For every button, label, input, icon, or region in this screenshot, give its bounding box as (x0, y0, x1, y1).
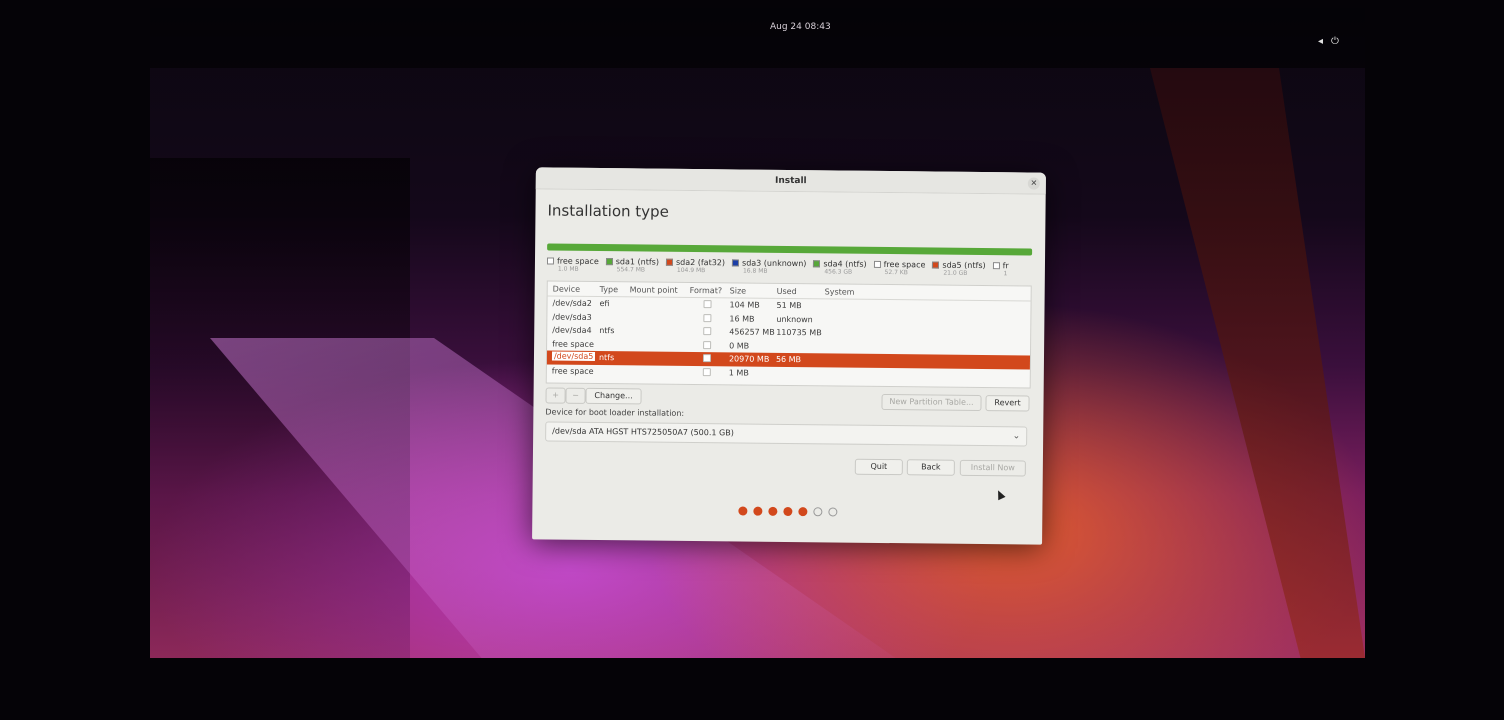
legend-swatch (605, 258, 613, 266)
legend-label: sda4 (ntfs) (823, 259, 867, 269)
row-size: 20970 MB (728, 354, 770, 364)
format-checkbox[interactable] (703, 313, 712, 322)
legend-size: 52.7 KB (884, 268, 908, 277)
row-used: 56 MB (775, 354, 802, 365)
legend-item: sda2 (fat32) 104.9 MB (665, 258, 725, 275)
row-size: 1 MB (728, 367, 749, 378)
column-type: Type (599, 285, 619, 295)
progress-dot (782, 506, 792, 517)
system-menu[interactable]: ◂⏻ (1318, 36, 1347, 47)
install-now-button[interactable]: Install Now (959, 459, 1026, 477)
volume-icon: ◂ (1318, 36, 1332, 47)
top-bar (150, 8, 1365, 68)
row-type: ntfs (598, 353, 615, 363)
format-checkbox[interactable] (703, 327, 712, 336)
chevron-down-icon: ⌄ (1012, 431, 1021, 442)
row-used: 110735 MB (776, 327, 822, 338)
legend-item: sda3 (unknown) 16.8 MB (732, 258, 806, 275)
progress-dot (767, 506, 777, 516)
legend-item: free space 1.0 MB (546, 256, 599, 273)
row-device: /dev/sda2 (552, 298, 592, 308)
row-size: 456257 MB (729, 327, 775, 337)
column-format: Format? (689, 285, 723, 296)
legend-size: 104.9 MB (676, 266, 706, 275)
column-size: Size (729, 286, 747, 296)
legend-label: sda5 (ntfs) (942, 260, 986, 271)
progress-dot (737, 506, 747, 516)
legend-label: fr (1002, 261, 1009, 271)
back-button[interactable]: Back (906, 459, 955, 476)
row-type: efi (599, 299, 610, 309)
column-system: System (824, 287, 855, 297)
partition-table: Device Type Mount point Format? Size Use… (545, 280, 1032, 389)
legend-item: free space 52.7 KB (873, 259, 926, 277)
legend-size: 1 (1003, 270, 1008, 278)
row-used: 51 MB (776, 300, 802, 311)
wallpaper-ray (1150, 68, 1365, 658)
column-used: Used (776, 286, 797, 297)
legend-swatch (732, 259, 740, 267)
row-device: free space (551, 366, 594, 376)
legend-size: 1.0 MB (557, 265, 579, 273)
format-checkbox[interactable] (703, 340, 712, 349)
legend-size: 456.3 GB (824, 268, 853, 276)
legend-item: sda5 (ntfs) 21.0 GB (932, 260, 986, 277)
row-device: /dev/sda5 (551, 351, 596, 361)
installer-window: Install ✕ Installation type free space 1.… (532, 167, 1046, 545)
bootloader-device-value: /dev/sda ATA HGST HTS725050A7 (500.1 GB) (552, 426, 734, 438)
bootloader-label: Device for boot loader installation: (545, 407, 685, 418)
legend-item: sda1 (ntfs) 554.7 MB (605, 257, 660, 274)
legend-swatch (665, 258, 674, 266)
clock[interactable]: Aug 24 08:43 (770, 22, 831, 32)
change-partition-button[interactable]: Change... (585, 387, 642, 405)
legend-label: free space (883, 259, 926, 270)
disk-usage-bar (547, 243, 1033, 256)
column-device: Device (552, 284, 581, 294)
progress-dot (797, 507, 807, 517)
legend-swatch (873, 260, 881, 268)
row-size: 16 MB (729, 313, 755, 324)
legend-swatch (932, 261, 940, 269)
title-bar: Install ✕ (535, 167, 1046, 195)
row-device: /dev/sda4 (552, 325, 592, 335)
progress-dot (827, 507, 837, 517)
table-body: /dev/sda2 efi 104 MB 51 MB /dev/sda3 16 … (546, 296, 1031, 382)
progress-dot (812, 507, 822, 517)
quit-button[interactable]: Quit (854, 458, 903, 476)
new-partition-table-button[interactable]: New Partition Table... (881, 393, 982, 412)
legend-swatch (813, 260, 821, 268)
bootloader-device-select[interactable]: /dev/sda ATA HGST HTS725050A7 (500.1 GB)… (545, 421, 1028, 447)
revert-button[interactable]: Revert (985, 395, 1030, 412)
legend-item: sda4 (ntfs) 456.3 GB (813, 259, 867, 276)
power-icon: ⏻ (1331, 36, 1347, 47)
close-icon[interactable]: ✕ (1027, 177, 1040, 190)
legend-label: free space (556, 256, 599, 267)
legend-size: 554.7 MB (616, 266, 646, 274)
format-checkbox[interactable] (703, 300, 712, 309)
row-device: /dev/sda3 (552, 312, 592, 322)
window-title: Install (774, 175, 807, 187)
legend-swatch (992, 262, 1000, 270)
legend-size: 21.0 GB (943, 269, 968, 277)
step-progress (532, 504, 1042, 520)
row-size: 104 MB (729, 300, 760, 310)
remove-partition-button[interactable]: − (565, 387, 586, 404)
progress-dot (752, 506, 762, 516)
legend-swatch (546, 257, 555, 265)
add-partition-button[interactable]: + (545, 387, 566, 404)
page-title: Installation type (547, 201, 669, 221)
format-checkbox[interactable] (702, 367, 711, 376)
format-checkbox[interactable] (702, 354, 712, 363)
legend-size: 16.8 MB (742, 267, 768, 275)
legend-label: sda1 (ntfs) (615, 257, 660, 267)
row-size: 0 MB (729, 340, 750, 351)
row-used: unknown (776, 314, 813, 324)
row-device: free space (552, 339, 594, 349)
legend-item: fr 1 (992, 261, 1009, 278)
column-mount-point: Mount point (629, 285, 678, 295)
row-type: ntfs (599, 326, 615, 336)
